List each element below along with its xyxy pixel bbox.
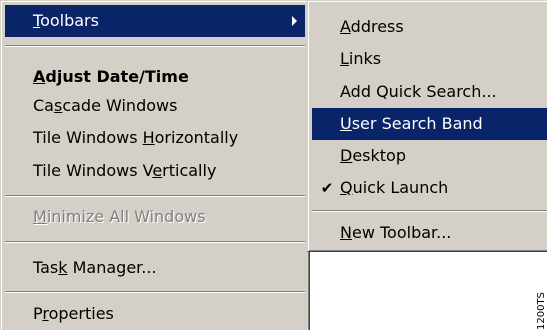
menu-item-label: Adjust Date/Time xyxy=(33,67,189,86)
submenu-item-desktop[interactable]: Desktop xyxy=(312,140,547,172)
figure-id-label: 1200TS xyxy=(536,292,547,330)
menu-item-label: Cascade Windows xyxy=(33,96,178,115)
checkmark-icon: ✔ xyxy=(320,179,334,197)
menu-item-label: Add Quick Search... xyxy=(340,82,497,101)
menu-item-label: Toolbars xyxy=(33,11,99,30)
menu-separator xyxy=(312,210,547,212)
menu-item-label: Minimize All Windows xyxy=(33,207,206,226)
menu-item-label: New Toolbar... xyxy=(340,223,452,242)
menu-item-label: Desktop xyxy=(340,146,406,165)
menu-item-label: Properties xyxy=(33,304,114,323)
menu-item-properties[interactable]: Properties xyxy=(5,298,305,330)
menu-item-tile-horizontally[interactable]: Tile Windows Horizontally xyxy=(5,122,305,154)
menu-item-label: Links xyxy=(340,49,382,68)
menu-item-label: Quick Launch xyxy=(340,178,449,197)
submenu-item-add-quick-search[interactable]: Add Quick Search... xyxy=(312,76,547,108)
screen: Toolbars Adjust Date/Time Cascade Window… xyxy=(0,0,547,330)
menu-separator xyxy=(5,45,305,47)
menu-item-label: User Search Band xyxy=(340,114,483,133)
submenu-item-quick-launch[interactable]: ✔ Quick Launch xyxy=(312,172,547,204)
menu-item-label: Tile Windows Horizontally xyxy=(33,128,239,147)
submenu-item-new-toolbar[interactable]: New Toolbar... xyxy=(312,217,547,249)
menu-item-label: Tile Windows Vertically xyxy=(33,161,217,180)
toolbars-submenu: Address Links Add Quick Search... User S… xyxy=(307,0,547,252)
submenu-item-user-search-band[interactable]: User Search Band xyxy=(312,108,547,140)
menu-item-tile-vertically[interactable]: Tile Windows Vertically xyxy=(5,155,305,187)
menu-item-minimize-all-windows: Minimize All Windows xyxy=(5,201,305,233)
menu-separator xyxy=(5,291,305,293)
menu-item-toolbars[interactable]: Toolbars xyxy=(5,5,305,37)
submenu-arrow-icon xyxy=(292,16,297,26)
menu-item-adjust-date-time[interactable]: Adjust Date/Time xyxy=(5,61,305,93)
menu-item-label: Task Manager... xyxy=(33,258,157,277)
menu-item-task-manager[interactable]: Task Manager... xyxy=(5,252,305,284)
submenu-item-address[interactable]: Address xyxy=(312,11,547,43)
menu-item-cascade-windows[interactable]: Cascade Windows xyxy=(5,90,305,122)
submenu-item-links[interactable]: Links xyxy=(312,43,547,75)
menu-item-label: Address xyxy=(340,17,404,36)
menu-separator xyxy=(5,195,305,197)
taskbar-context-menu: Toolbars Adjust Date/Time Cascade Window… xyxy=(0,0,310,330)
menu-separator xyxy=(5,241,305,243)
